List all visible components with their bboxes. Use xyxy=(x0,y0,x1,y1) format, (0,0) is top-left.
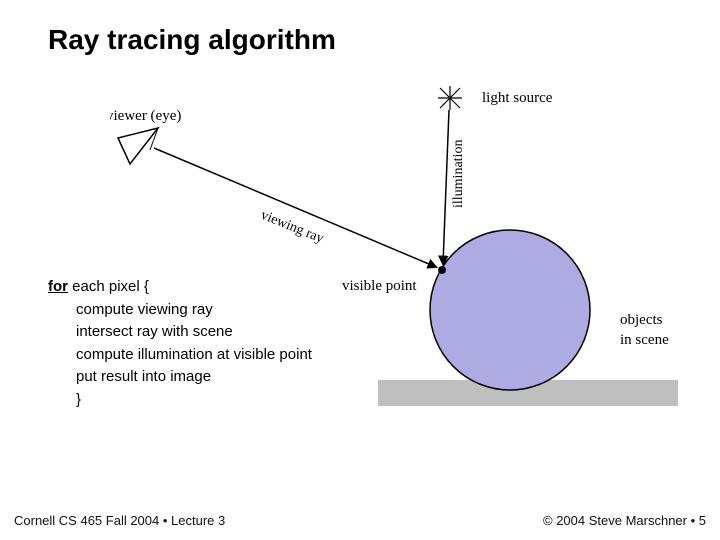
algorithm-block: for each pixel { compute viewing ray int… xyxy=(48,276,312,411)
for-keyword: for xyxy=(48,278,68,295)
algo-line-1: compute viewing ray xyxy=(48,299,312,322)
viewing-ray-arrow xyxy=(154,148,436,267)
slide: Ray tracing algorithm vi xyxy=(0,0,720,540)
slide-footer: Cornell CS 465 Fall 2004 • Lecture 3 © 2… xyxy=(0,513,720,528)
light-source-icon xyxy=(438,86,462,110)
algo-line-5: } xyxy=(48,389,312,412)
footer-right: © 2004 Steve Marschner • 5 xyxy=(543,513,706,528)
slide-title: Ray tracing algorithm xyxy=(48,24,336,56)
label-light-source: light source xyxy=(482,90,553,106)
label-objects-1: objects xyxy=(620,312,663,328)
label-illumination: illumination xyxy=(451,140,466,208)
viewer-eye-icon xyxy=(118,128,158,164)
visible-point-dot xyxy=(438,266,446,274)
label-viewing-ray: viewing ray xyxy=(259,208,326,247)
algo-line-4: put result into image xyxy=(48,366,312,389)
label-viewer: viewer (eye) xyxy=(110,108,181,124)
algo-line-for: for each pixel { xyxy=(48,276,312,299)
algo-line-2: intersect ray with scene xyxy=(48,321,312,344)
algo-line-3: compute illumination at visible point xyxy=(48,344,312,367)
label-visible-point: visible point xyxy=(342,278,417,294)
sphere-object xyxy=(430,230,590,390)
label-objects-2: in scene xyxy=(620,332,669,348)
illumination-arrow xyxy=(443,110,449,264)
footer-left: Cornell CS 465 Fall 2004 • Lecture 3 xyxy=(14,513,225,528)
